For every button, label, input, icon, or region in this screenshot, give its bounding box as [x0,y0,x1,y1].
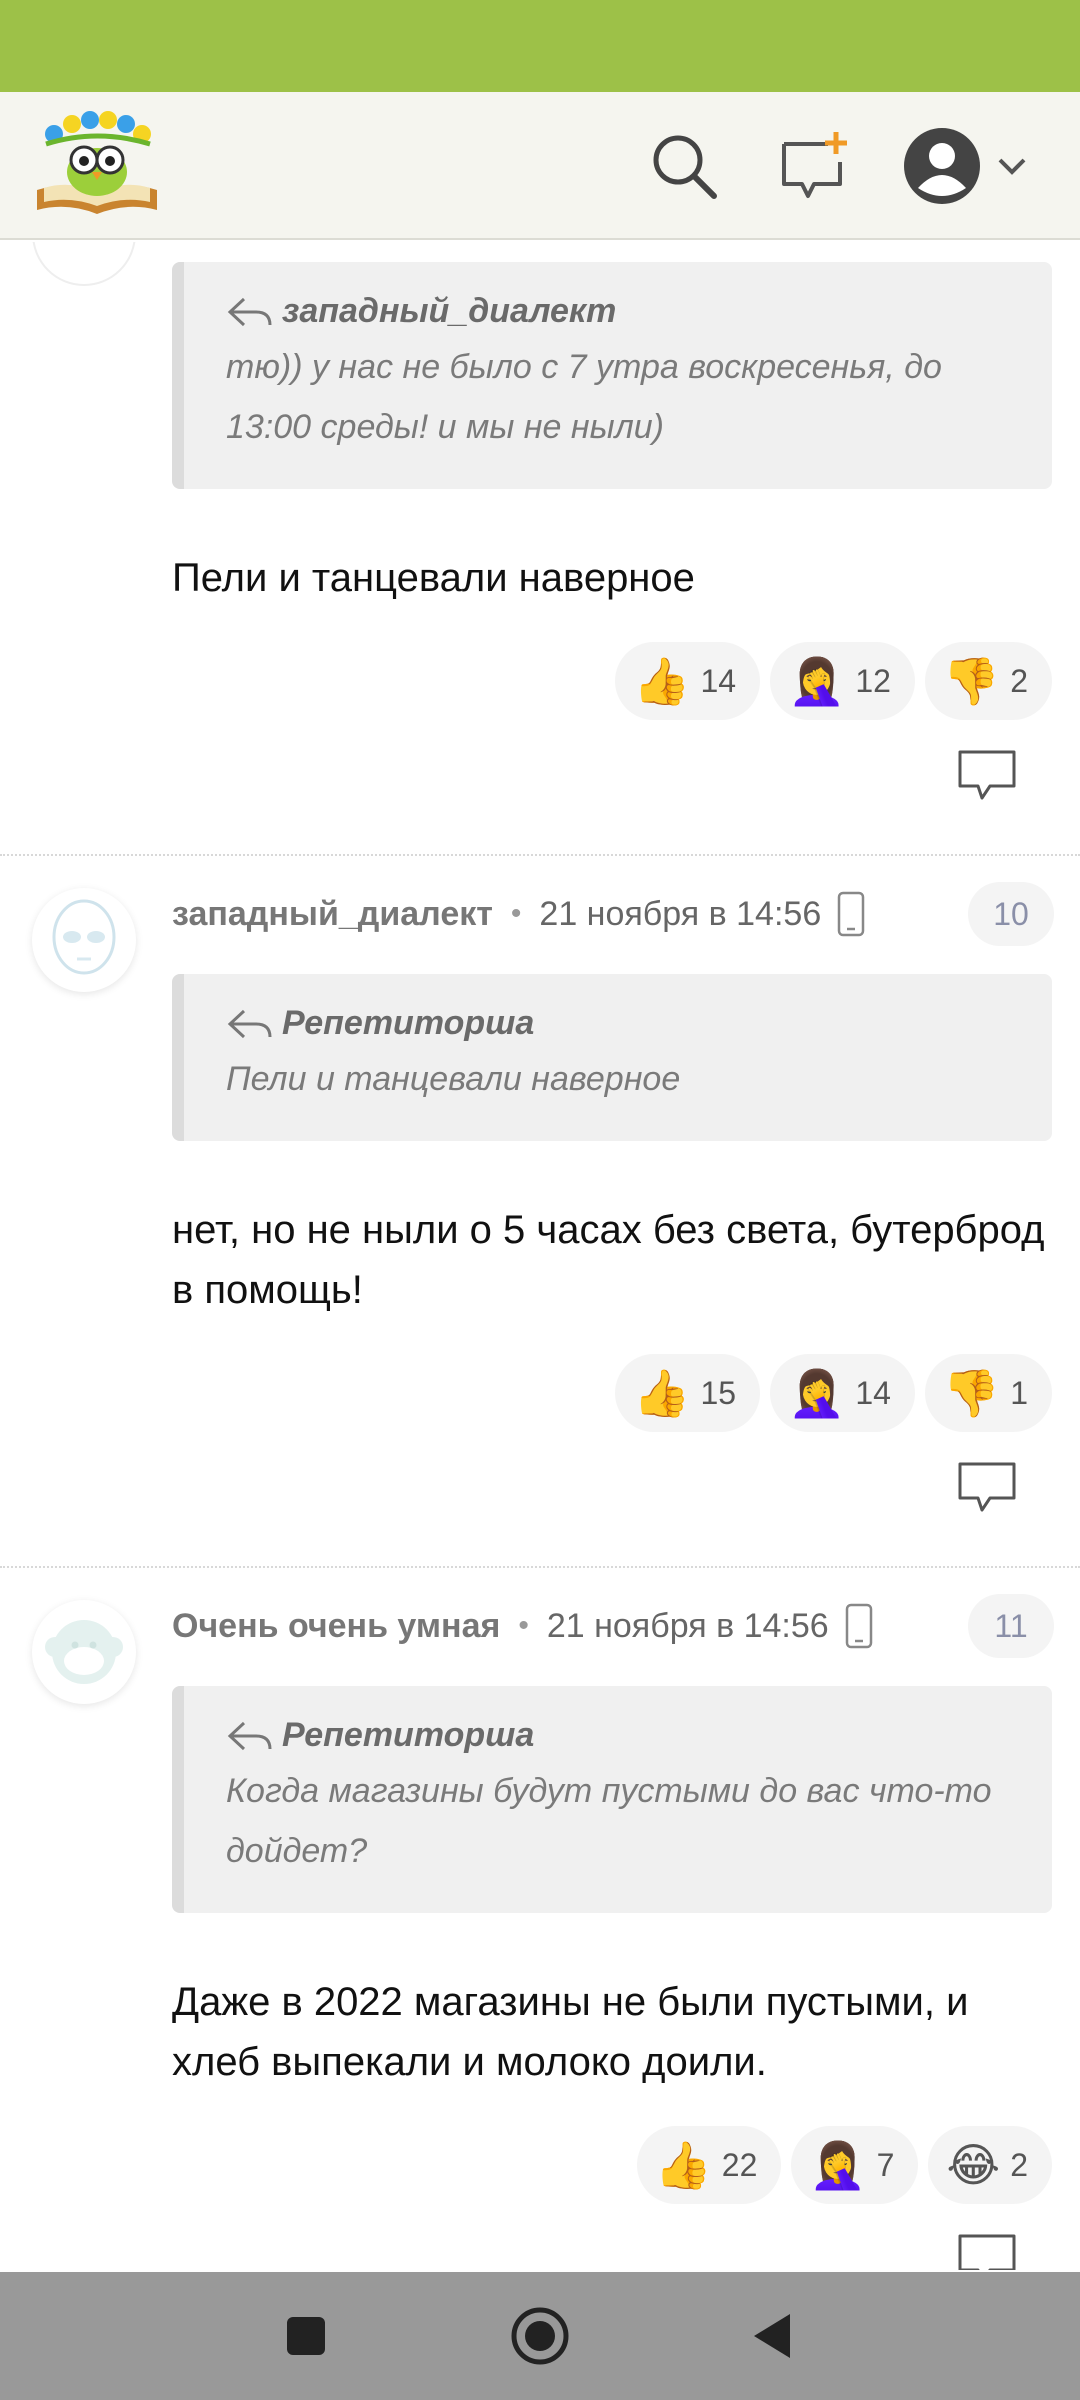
recents-square-icon [287,2317,325,2355]
quote-text: Когда магазины будут пустыми до вас что-… [226,1772,992,1870]
search-button[interactable] [644,126,724,206]
quote-text: Пели и танцевали наверное [226,1060,681,1098]
avatar [32,242,136,286]
reaction-like[interactable]: 👍 14 [615,642,761,720]
comment-author[interactable]: западный_диалект [172,895,493,934]
quote-block: Репетиторша Пели и танцевали наверное [172,974,1052,1141]
comment-meta: Очень очень умная • 21 ноября в 14:56 [172,1596,873,1656]
comment-divider [0,854,1080,856]
reactions-bar: 👍 15 🤦‍♀️ 14 👎 1 [615,1354,1052,1432]
status-bar [0,0,1080,92]
reply-arrow-icon [227,1009,272,1038]
comment-text: Пели и танцевали наверное [172,556,695,600]
avatar[interactable] [32,1600,136,1704]
reply-comment-icon[interactable] [956,1460,1018,1514]
compose-plus-icon [782,132,847,198]
quote-text: тю)) у нас не было с 7 утра воскресенья,… [226,348,942,446]
profile-menu-button[interactable] [896,126,1036,206]
reaction-facepalm[interactable]: 🤦‍♀️ 12 [770,642,915,720]
comment-divider [0,1566,1080,1568]
quote-author: Репетиторша [282,1004,535,1042]
reactions-bar: 👍 14 🤦‍♀️ 12 👎 2 [615,642,1052,720]
reaction-like[interactable]: 👍 22 [636,2126,782,2204]
app-header [0,92,1080,240]
monkey-avatar-icon [45,1620,123,1684]
comment-time: 21 ноября в 14:56 [546,1606,829,1645]
back-button[interactable] [732,2296,812,2376]
system-navigation-bar [0,2272,1080,2400]
comment-time: 21 ноября в 14:56 [539,894,822,933]
reaction-facepalm[interactable]: 🤦‍♀️ 7 [791,2126,919,2204]
user-avatar-icon [904,128,980,204]
reply-comment-icon[interactable] [956,748,1018,802]
home-button[interactable] [500,2296,580,2376]
comment-text: Даже в 2022 магазины не были пустыми, и … [172,1980,969,2084]
home-circle-icon [511,2307,569,2365]
reply-arrow-icon [227,1721,272,1750]
reaction-dislike[interactable]: 👎 2 [924,642,1052,720]
comments-feed[interactable]: западный_диалект тю)) у нас не было с 7 … [0,242,1080,2270]
owl-logo-icon[interactable] [32,110,162,220]
reply-comment-icon[interactable] [956,2232,1018,2270]
chevron-down-icon [998,158,1026,175]
reply-arrow-icon [227,297,272,326]
comment-text: нет, но не ныли о 5 часах без света, бут… [172,1208,1045,1312]
comment-author[interactable]: Очень очень умная [172,1607,500,1646]
quote-block: западный_диалект тю)) у нас не было с 7 … [172,262,1052,489]
reactions-bar: 👍 22 🤦‍♀️ 7 😂 2 [636,2126,1052,2204]
back-triangle-icon [754,2314,790,2358]
reaction-laugh[interactable]: 😂 2 [928,2126,1052,2204]
quote-block: Репетиторша Когда магазины будут пустыми… [172,1686,1052,1913]
reaction-like[interactable]: 👍 15 [615,1354,761,1432]
avatar[interactable] [32,888,136,992]
mobile-device-icon [837,891,865,937]
search-icon [653,135,717,199]
reaction-dislike[interactable]: 👎 1 [924,1354,1052,1432]
mobile-device-icon [845,1603,872,1649]
alien-avatar-icon [52,899,116,975]
reaction-facepalm[interactable]: 🤦‍♀️ 14 [770,1354,915,1432]
comment-number-badge[interactable]: 10 [968,882,1054,946]
quote-author: западный_диалект [282,292,617,330]
compose-button[interactable] [774,126,854,206]
comment-meta: западный_диалект • 21 ноября в 14:56 [172,884,865,944]
comment-number-badge[interactable]: 11 [968,1594,1054,1658]
recents-button[interactable] [266,2296,346,2376]
quote-author: Репетиторша [282,1716,535,1754]
